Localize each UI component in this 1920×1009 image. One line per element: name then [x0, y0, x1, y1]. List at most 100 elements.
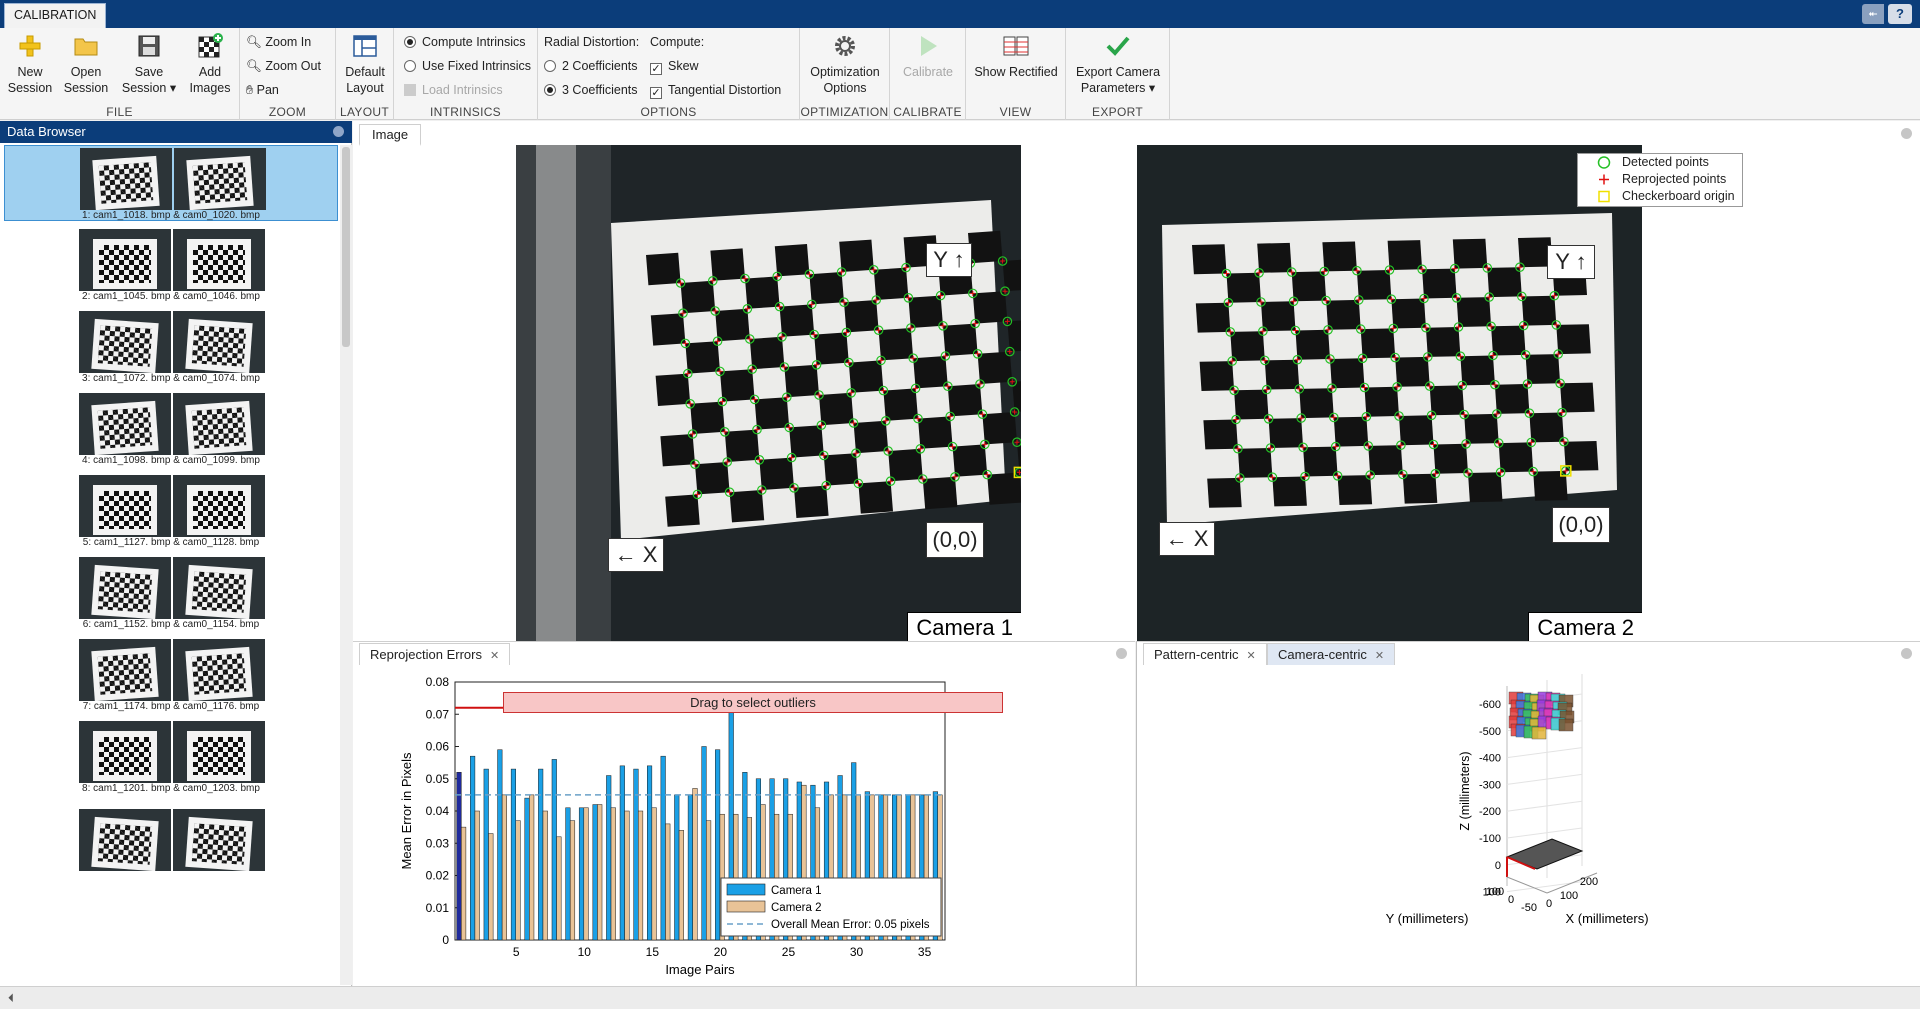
three-coefficients-radio[interactable]: 3 Coefficients	[544, 80, 638, 100]
bar-camera2[interactable]	[515, 820, 521, 941]
pan-button[interactable]: ✋︎ Pan	[246, 80, 279, 100]
bar-camera1[interactable]	[701, 746, 707, 941]
data-browser-scrollbar[interactable]	[340, 145, 352, 985]
radial-distortion-title: Radial Distortion:	[544, 35, 640, 49]
drag-outliers-bar[interactable]: Drag to select outliers	[503, 692, 1003, 713]
bar-camera2[interactable]	[665, 823, 671, 941]
bar-camera1[interactable]	[497, 749, 503, 941]
checkerboard-square	[1226, 272, 1261, 303]
image-pair-thumbnails	[79, 639, 265, 701]
list-item[interactable]: 8: cam1_1201. bmp & cam0_1203. bmp	[4, 719, 338, 795]
close-icon[interactable]	[1901, 648, 1912, 659]
bar-camera1[interactable]	[660, 755, 666, 941]
calibrate-button[interactable]: Calibrate	[894, 32, 962, 80]
bar-camera1[interactable]	[619, 765, 625, 941]
bar-camera2[interactable]	[542, 810, 548, 941]
close-icon[interactable]	[1116, 648, 1127, 659]
bar-camera2[interactable]	[678, 830, 684, 941]
bar-camera1[interactable]	[470, 755, 476, 941]
bar-camera2[interactable]	[597, 804, 603, 941]
two-coefficients-radio[interactable]: 2 Coefficients	[544, 56, 638, 76]
save-session-button[interactable]: Save Session ▾	[118, 32, 180, 96]
bar-camera2[interactable]	[706, 820, 712, 941]
use-fixed-intrinsics-radio[interactable]: Use Fixed Intrinsics	[404, 56, 531, 76]
bar-camera1[interactable]	[606, 775, 612, 941]
checkerboard-square	[759, 457, 794, 490]
tab-camera-centric[interactable]: Camera-centric ✕	[1267, 643, 1396, 665]
collapse-toolstrip-icon[interactable]: ⯬	[1862, 4, 1884, 24]
tab-calibration[interactable]: CALIBRATION	[4, 3, 107, 28]
bar-camera2[interactable]	[692, 788, 698, 941]
bar-camera2[interactable]	[569, 820, 576, 941]
checkerboard-square	[1429, 385, 1465, 416]
bar-camera2[interactable]	[610, 807, 616, 941]
list-item[interactable]: 5: cam1_1127. bmp & cam0_1128. bmp	[4, 473, 338, 549]
zoom-in-button[interactable]: 🔍︎ Zoom In	[246, 32, 311, 52]
checkerboard-square	[784, 364, 819, 398]
reprojection-errors-chart[interactable]: 0 0.01 0.02 0.03 0.04 0.05 0.06 0.07 0.08 5 10 15 20…	[353, 666, 1135, 986]
tab-reprojection-errors[interactable]: Reprojection Errors ✕	[359, 643, 511, 665]
tab-pattern-centric[interactable]: Pattern-centric ✕	[1143, 643, 1267, 665]
bar-camera1[interactable]	[647, 765, 653, 941]
image-legend: Detected points Reprojected points Check…	[1577, 153, 1743, 207]
default-layout-button[interactable]: Default Layout	[339, 32, 391, 96]
optimization-options-button[interactable]: Optimization Options	[804, 32, 886, 96]
list-item[interactable]: 4: cam1_1098. bmp & cam0_1099. bmp	[4, 391, 338, 467]
bar-camera2[interactable]	[461, 826, 467, 941]
bar-camera1[interactable]	[592, 804, 598, 941]
camera1-image[interactable]: Y ↑ ← X (0,0) Camera 1	[516, 145, 1021, 641]
tab-image[interactable]: Image	[359, 124, 422, 146]
bar-camera2[interactable]	[638, 810, 644, 941]
new-session-button[interactable]: New Session	[6, 32, 54, 96]
close-icon[interactable]	[333, 126, 344, 137]
tangential-distortion-checkbox[interactable]: ✓ Tangential Distortion	[650, 80, 781, 100]
bar-camera2[interactable]	[474, 810, 480, 941]
list-item[interactable]: 1: cam1_1018. bmp & cam0_1020. bmp	[4, 145, 338, 221]
bar-camera1[interactable]	[551, 759, 557, 941]
help-icon[interactable]: ?	[1888, 4, 1912, 24]
bar-camera2[interactable]	[651, 807, 657, 941]
bar-camera2[interactable]	[488, 833, 494, 941]
list-item[interactable]: 2: cam1_1045. bmp & cam0_1046. bmp	[4, 227, 338, 303]
compute-intrinsics-radio[interactable]: Compute Intrinsics	[404, 32, 526, 52]
close-tab-icon[interactable]: ✕	[1247, 650, 1256, 662]
zoom-out-button[interactable]: 🔍︎ Zoom Out	[246, 56, 321, 76]
camera2-image[interactable]: Y ↑ ← X (0,0) Camera 2	[1137, 145, 1642, 641]
close-tab-icon[interactable]: ✕	[490, 650, 499, 662]
export-camera-parameters-button[interactable]: Export Camera Parameters ▾	[1070, 32, 1166, 96]
bar-camera1[interactable]	[674, 794, 680, 941]
open-session-button[interactable]: Open Session	[62, 32, 110, 96]
close-icon[interactable]	[1901, 128, 1912, 139]
bar-camera1[interactable]	[687, 794, 693, 941]
tab-reprojection-errors-label: Reprojection Errors	[370, 647, 482, 662]
bar-camera1[interactable]	[524, 797, 530, 941]
x-tick-label: 5	[513, 945, 520, 959]
bar-camera2[interactable]	[501, 794, 507, 941]
bar-camera2[interactable]	[583, 807, 589, 941]
bar-camera1[interactable]	[578, 807, 585, 941]
extrinsics-3d-plot[interactable]: -600-500-400-300-200-1000100Z (millimete…	[1137, 666, 1920, 986]
add-images-button[interactable]: Add Images	[186, 32, 234, 96]
bar-camera1[interactable]	[456, 772, 462, 941]
list-item[interactable]: 6: cam1_1152. bmp & cam0_1154. bmp	[4, 555, 338, 631]
bar-camera2[interactable]	[556, 836, 562, 941]
zoom-in-icon: 🔍︎	[246, 35, 262, 49]
play-icon	[921, 36, 937, 56]
bar-camera2[interactable]	[529, 794, 535, 941]
show-rectified-button[interactable]: Show Rectified	[970, 32, 1062, 80]
list-item[interactable]: 7: cam1_1174. bmp & cam0_1176. bmp	[4, 637, 338, 713]
bar-camera1[interactable]	[715, 749, 721, 941]
bar-camera2[interactable]	[624, 810, 630, 941]
x-tick-label: 15	[646, 945, 660, 959]
scrollbar-thumb[interactable]	[342, 147, 350, 347]
y-tick-label: 100	[1486, 886, 1504, 898]
checkerboard-square	[1452, 238, 1488, 269]
list-item[interactable]	[4, 807, 338, 883]
checkerboard-square	[1460, 355, 1495, 386]
export-section-label: EXPORT	[1092, 105, 1143, 119]
close-tab-icon[interactable]: ✕	[1375, 650, 1384, 662]
image-pair-caption: 6: cam1_1152. bmp & cam0_1154. bmp	[82, 619, 260, 630]
list-item[interactable]: 3: cam1_1072. bmp & cam0_1074. bmp	[4, 309, 338, 385]
skew-checkbox[interactable]: ✓ Skew	[650, 56, 699, 76]
bar-camera1[interactable]	[565, 807, 571, 941]
